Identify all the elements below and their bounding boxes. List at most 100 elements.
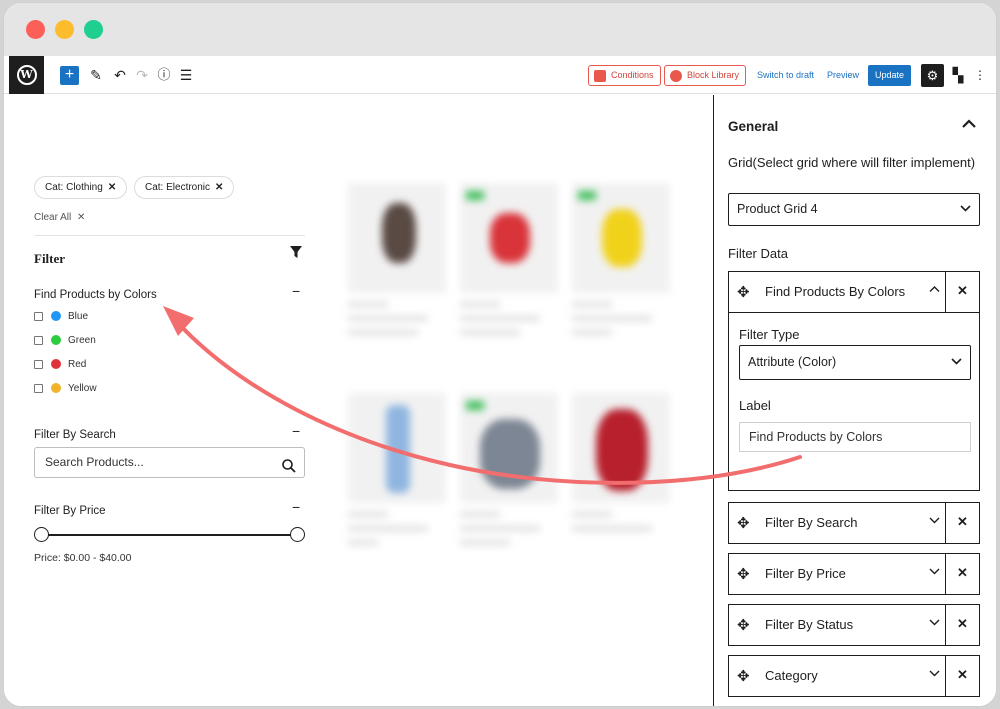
list-view-icon[interactable]: ☰ xyxy=(176,65,196,85)
product-card xyxy=(348,183,446,335)
preview-link[interactable]: Preview xyxy=(827,70,859,80)
chevron-up-icon[interactable] xyxy=(962,116,976,133)
remove-chip-icon[interactable]: ✕ xyxy=(108,182,116,193)
block-library-button[interactable]: Block Library xyxy=(664,65,747,86)
drag-move-icon[interactable]: ✥ xyxy=(737,667,750,685)
drag-move-icon[interactable]: ✥ xyxy=(737,565,750,583)
redo-icon[interactable]: ↷ xyxy=(132,65,152,85)
chevron-down-icon[interactable] xyxy=(929,564,940,578)
remove-filter-icon[interactable]: ✕ xyxy=(957,616,968,632)
collapse-search-icon[interactable]: − xyxy=(292,423,300,439)
color-option-yellow[interactable]: Yellow xyxy=(34,383,97,397)
remove-filter-icon[interactable]: ✕ xyxy=(957,667,968,683)
chip-label: Cat: Clothing xyxy=(45,182,103,193)
maximize-window-dot[interactable] xyxy=(84,20,103,39)
filter-type-value: Attribute (Color) xyxy=(748,355,837,369)
general-panel-title[interactable]: General xyxy=(728,119,778,134)
color-label: Yellow xyxy=(68,383,97,394)
editor-toolbar: W + ✎ ↶ ↷ ⓘ ☰ Conditions Block Library S… xyxy=(4,56,996,94)
search-icon[interactable] xyxy=(282,455,296,473)
more-options-icon[interactable]: ⋮ xyxy=(970,65,990,85)
close-window-dot[interactable] xyxy=(26,20,45,39)
price-slider-track[interactable] xyxy=(42,534,298,536)
chip-label: Cat: Electronic xyxy=(145,182,211,193)
remove-chip-icon[interactable]: ✕ xyxy=(215,182,223,193)
search-filter-title: Filter By Search xyxy=(34,429,116,441)
switch-to-draft-link[interactable]: Switch to draft xyxy=(757,70,814,80)
clear-all-label: Clear All xyxy=(34,212,72,223)
wordpress-icon: W xyxy=(16,65,37,85)
price-min-handle[interactable] xyxy=(34,527,49,542)
update-button[interactable]: Update xyxy=(868,65,911,86)
filter-heading: Filter xyxy=(34,251,66,266)
color-option-blue[interactable]: Blue xyxy=(34,311,88,325)
search-placeholder: Search Products... xyxy=(45,455,144,469)
divider xyxy=(945,272,946,312)
drag-move-icon[interactable]: ✥ xyxy=(737,283,750,301)
color-label: Blue xyxy=(68,311,89,322)
color-option-green[interactable]: Green xyxy=(34,335,96,349)
drag-move-icon[interactable]: ✥ xyxy=(737,616,750,634)
remove-filter-icon[interactable]: ✕ xyxy=(957,565,968,581)
filter-item-search: ✥ Filter By Search ✕ xyxy=(728,502,980,544)
color-option-red[interactable]: Red xyxy=(34,359,86,373)
add-block-button[interactable]: + xyxy=(60,66,79,85)
chevron-down-icon[interactable] xyxy=(929,666,940,680)
filter-item-title: Filter By Price xyxy=(765,566,846,581)
active-filter-chip[interactable]: Cat: Clothing ✕ xyxy=(34,176,128,199)
price-max-handle[interactable] xyxy=(290,527,305,542)
wordpress-logo[interactable]: W xyxy=(9,56,44,94)
info-icon[interactable]: ⓘ xyxy=(154,65,174,85)
product-card xyxy=(460,393,558,545)
conditions-icon xyxy=(594,70,606,82)
filter-item-header[interactable]: ✥ Find Products By Colors ✕ xyxy=(729,272,979,312)
checkbox[interactable] xyxy=(34,359,43,369)
chevron-down-icon[interactable] xyxy=(929,615,940,629)
conditions-button[interactable]: Conditions xyxy=(588,65,661,86)
checkbox[interactable] xyxy=(34,335,43,345)
grid-select[interactable]: Product Grid 4 xyxy=(728,193,980,226)
color-label: Green xyxy=(68,335,96,346)
blurred-product-grid xyxy=(344,183,674,583)
filter-item-header[interactable]: ✥ Filter By Status ✕ xyxy=(729,605,979,645)
product-card xyxy=(572,183,670,335)
active-filter-chip[interactable]: Cat: Electronic ✕ xyxy=(134,176,235,199)
color-swatch xyxy=(51,383,61,394)
clear-all-link[interactable]: Clear All ✕ xyxy=(34,212,85,223)
block-library-icon xyxy=(670,70,682,82)
drag-move-icon[interactable]: ✥ xyxy=(737,514,750,532)
filter-item-header[interactable]: ✥ Category ✕ xyxy=(729,656,979,696)
product-card xyxy=(572,393,670,531)
remove-filter-icon[interactable]: ✕ xyxy=(957,283,968,299)
label-input[interactable]: Find Products by Colors xyxy=(739,422,971,452)
pencil-icon[interactable]: ✎ xyxy=(86,65,106,85)
chevron-up-icon[interactable] xyxy=(929,282,940,296)
checkbox[interactable] xyxy=(34,383,43,393)
block-library-label: Block Library xyxy=(687,70,740,80)
product-search-input[interactable]: Search Products... xyxy=(34,447,305,478)
checkbox[interactable] xyxy=(34,311,43,321)
filter-item-header[interactable]: ✥ Filter By Price ✕ xyxy=(729,554,979,594)
blocks-icon[interactable]: ▚ xyxy=(948,65,968,85)
price-range-text: Price: $0.00 - $40.00 xyxy=(34,552,132,564)
undo-icon[interactable]: ↶ xyxy=(110,65,130,85)
colors-filter-title: Find Products by Colors xyxy=(34,289,157,301)
divider xyxy=(945,503,946,543)
product-card xyxy=(460,183,558,335)
settings-sidebar: General Grid(Select grid where will filt… xyxy=(713,95,996,706)
editor-canvas: Cat: Clothing ✕ Cat: Electronic ✕ Clear Al… xyxy=(4,95,713,706)
remove-filter-icon[interactable]: ✕ xyxy=(957,514,968,530)
chevron-down-icon[interactable] xyxy=(929,513,940,527)
filter-item-category: ✥ Category ✕ xyxy=(728,655,980,697)
filter-item-price: ✥ Filter By Price ✕ xyxy=(728,553,980,595)
divider xyxy=(945,605,946,645)
color-swatch xyxy=(51,335,61,346)
filter-type-select[interactable]: Attribute (Color) xyxy=(739,345,971,380)
collapse-price-icon[interactable]: − xyxy=(292,499,300,515)
filter-item-title: Find Products By Colors xyxy=(765,284,906,299)
divider xyxy=(945,554,946,594)
collapse-colors-icon[interactable]: − xyxy=(292,283,300,299)
filter-item-header[interactable]: ✥ Filter By Search ✕ xyxy=(729,503,979,543)
settings-gear-icon[interactable]: ⚙ xyxy=(921,64,944,87)
minimize-window-dot[interactable] xyxy=(55,20,74,39)
